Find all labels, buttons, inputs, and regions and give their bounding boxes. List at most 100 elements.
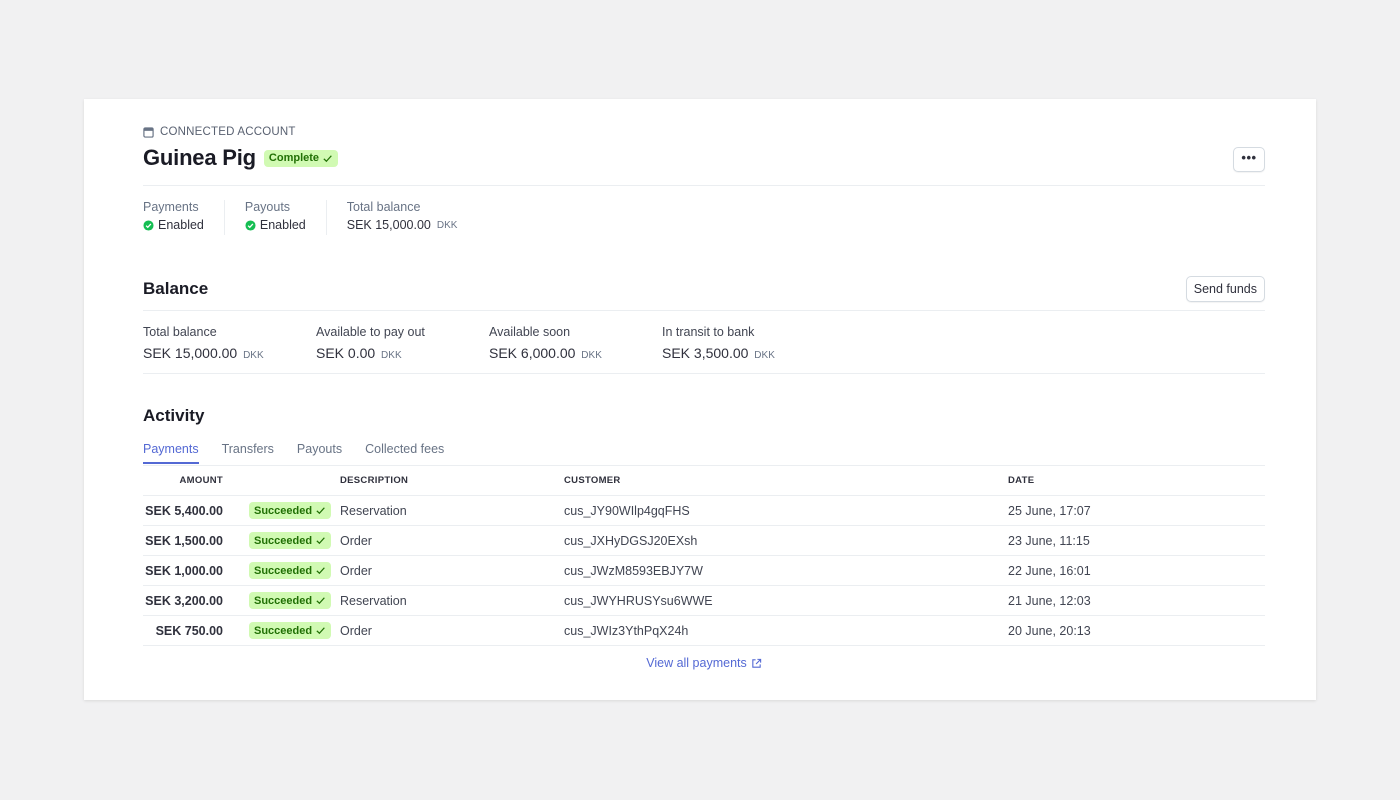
table-header-row: AMOUNT DESCRIPTION CUSTOMER DATE [143,465,1265,496]
connected-account-card: CONNECTED ACCOUNT Guinea Pig Complete ••… [84,99,1316,700]
balance-value: SEK 0.00 DKK [316,345,489,361]
status-badge: Succeeded [249,532,332,549]
summary-label: Payouts [244,200,291,214]
check-circle-icon [143,219,154,231]
tab-collected-fees[interactable]: Collected fees [365,442,444,464]
currency-label: DKK [754,350,775,361]
balance-label: Available soon [489,325,571,339]
view-all-payments-link[interactable]: View all payments [646,656,762,670]
divider [143,373,1265,374]
currency-label: DKK [243,350,264,361]
status-cell: Succeeded [249,555,340,586]
payment-date: 22 June, 16:01 [1008,555,1265,586]
check-circle-icon [245,219,256,231]
payment-customer: cus_JY90WIlp4gqFHS [564,495,1008,526]
balance-breakdown: Total balance SEK 15,000.00 DKK Availabl… [143,325,835,361]
payment-amount: SEK 750.00 [143,615,249,646]
summary-value-text: Enabled [259,218,306,232]
payment-amount: SEK 1,500.00 [143,525,249,556]
table-row[interactable]: SEK 1,000.00 Succeeded Order cus_JWzM8593EB… [143,555,1265,586]
payment-customer: cus_JWYHRUSYsu6WWE [564,585,1008,616]
table-row[interactable]: SEK 5,400.00 Succeeded Reservation cus_JY90… [143,495,1265,526]
payments-table: AMOUNT DESCRIPTION CUSTOMER DATE SEK 5,4… [143,465,1265,646]
tab-transfers[interactable]: Transfers [222,442,274,464]
status-badge-label: Succeeded [254,594,313,607]
payment-date: 21 June, 12:03 [1008,585,1265,616]
status-cell: Succeeded [249,525,340,556]
status-badge: Succeeded [249,592,332,609]
balance-value: SEK 6,000.00 DKK [489,345,662,361]
balance-label: Total balance [143,325,217,339]
currency-label: DKK [381,350,402,361]
payment-customer: cus_JWIz3YthPqX24h [564,615,1008,646]
more-options-button[interactable]: ••• [1233,147,1265,172]
balance-amount: SEK 15,000.00 [143,345,238,361]
status-cell: Succeeded [249,615,340,646]
balance-item-transit: In transit to bank SEK 3,500.00 DKK [662,325,835,361]
check-icon [316,597,325,605]
summary-value: Enabled [245,218,306,232]
check-icon [316,567,325,575]
balance-value: SEK 3,500.00 DKK [662,345,835,361]
table-row[interactable]: SEK 3,200.00 Succeeded Reservation cus_JWYH… [143,585,1265,616]
payment-description: Reservation [340,585,564,616]
ellipsis-icon: ••• [1241,149,1257,165]
payment-description: Order [340,555,564,586]
payment-customer: cus_JWzM8593EBJY7W [564,555,1008,586]
status-badge-label: Succeeded [254,624,313,637]
status-badge-label: Complete [268,152,320,164]
balance-label: In transit to bank [662,325,755,339]
summary-label: Total balance [346,200,421,214]
payment-date: 23 June, 11:15 [1008,525,1265,556]
currency-label: DKK [581,350,602,361]
balance-item-soon: Available soon SEK 6,000.00 DKK [489,325,662,361]
divider [143,310,1265,311]
column-status [249,465,340,496]
status-badge-label: Succeeded [254,534,313,547]
check-icon [316,507,325,515]
balance-item-available: Available to pay out SEK 0.00 DKK [316,325,489,361]
column-description: DESCRIPTION [340,465,564,496]
tab-payments[interactable]: Payments [143,442,199,464]
account-eyebrow: CONNECTED ACCOUNT [143,126,296,138]
balance-amount: SEK 6,000.00 [489,345,576,361]
summary-value-text: SEK 15,000.00 [346,218,431,232]
view-all-container: View all payments [143,656,1265,670]
send-funds-button[interactable]: Send funds [1185,276,1265,302]
status-badge: Complete [263,149,339,167]
activity-tabs: Payments Transfers Payouts Collected fee… [143,442,444,464]
summary-label: Payments [143,200,199,214]
status-badge: Succeeded [249,502,332,519]
payment-amount: SEK 1,000.00 [143,555,249,586]
table-row[interactable]: SEK 1,500.00 Succeeded Order cus_JXHyDGSJ20… [143,525,1265,556]
summary-value: SEK 15,000.00 DKK [347,218,458,232]
balance-label: Available to pay out [316,325,425,339]
divider [143,185,1265,186]
status-cell: Succeeded [249,495,340,526]
page-title: Guinea Pig [143,145,256,170]
table-row[interactable]: SEK 750.00 Succeeded Order cus_JWIz3YthPqX2… [143,615,1265,646]
check-icon [316,537,325,545]
check-icon [323,154,332,162]
payment-date: 25 June, 17:07 [1008,495,1265,526]
status-badge-label: Succeeded [254,564,313,577]
summary-payments: Payments Enabled [143,200,225,235]
balance-amount: SEK 3,500.00 [662,345,749,361]
check-icon [316,627,325,635]
balance-amount: SEK 0.00 [316,345,376,361]
column-customer: CUSTOMER [564,465,1008,496]
payment-amount: SEK 5,400.00 [143,495,249,526]
summary-payouts: Payouts Enabled [245,200,327,235]
summary-value: Enabled [143,218,204,232]
balance-item-total: Total balance SEK 15,000.00 DKK [143,325,316,361]
tab-payouts[interactable]: Payouts [297,442,342,464]
payment-amount: SEK 3,200.00 [143,585,249,616]
account-summary: Payments Enabled Payouts Enabled Total b… [143,200,497,235]
payment-description: Order [340,615,564,646]
status-badge: Succeeded [249,562,332,579]
title-row: Guinea Pig Complete [143,145,339,171]
status-badge-label: Succeeded [254,504,313,517]
payment-customer: cus_JXHyDGSJ20EXsh [564,525,1008,556]
external-link-icon [752,658,761,668]
summary-value-text: Enabled [158,218,204,232]
